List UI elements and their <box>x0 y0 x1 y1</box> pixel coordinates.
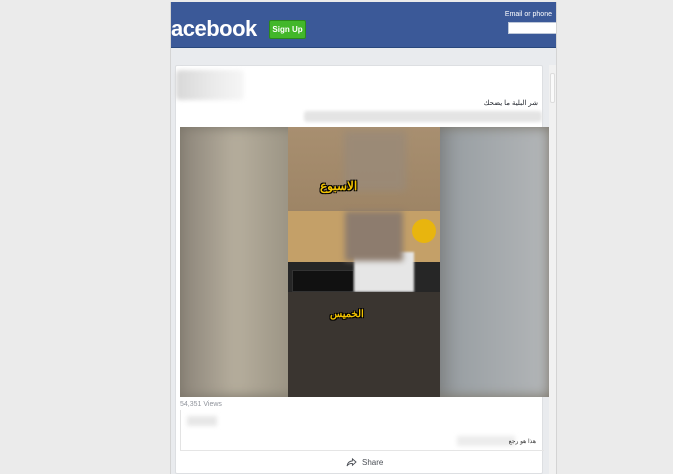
share-label: Share <box>362 458 384 467</box>
browser-window: acebook Sign Up Email or phone شر البلية… <box>170 2 557 474</box>
avatar[interactable] <box>176 70 244 100</box>
scrollbar-thumb[interactable] <box>550 73 555 103</box>
video-caption-top: الاسبوع <box>320 179 358 193</box>
video-monitor <box>292 270 354 292</box>
comment-section: هذا هو رجع <box>180 410 544 450</box>
video-player[interactable]: الاسبوع الخميس <box>180 127 549 397</box>
email-label: Email or phone <box>504 11 552 18</box>
blurred-face <box>345 211 403 261</box>
view-count: 54,351 Views <box>180 401 222 408</box>
share-icon <box>346 458 357 467</box>
scrollbar[interactable] <box>549 65 556 474</box>
facebook-logo[interactable]: acebook <box>171 16 257 42</box>
blurred-commenter <box>187 416 217 426</box>
video-lower-frame <box>288 292 440 397</box>
post-text: شر البلية ما يضحك <box>483 100 538 107</box>
facebook-header: acebook Sign Up Email or phone <box>171 2 556 48</box>
post-card: شر البلية ما يضحك الاسبوع الخميس 54,351 … <box>175 65 549 474</box>
email-field[interactable] <box>508 22 556 34</box>
blurred-link-preview <box>304 111 542 122</box>
divider <box>180 450 544 451</box>
share-button[interactable]: Share <box>346 458 383 467</box>
video-caption-bottom: الخميس <box>330 309 364 320</box>
comment-text: هذا هو رجع <box>508 439 536 445</box>
channel-badge-icon <box>412 219 436 243</box>
blurred-commenter-name <box>457 436 515 446</box>
sign-up-button[interactable]: Sign Up <box>269 20 306 39</box>
